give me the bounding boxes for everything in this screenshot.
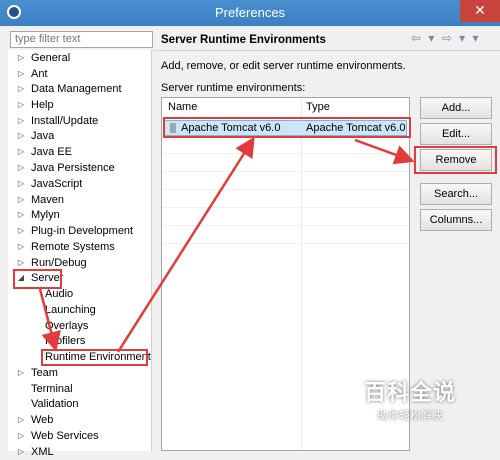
watermark-main: 百科全说 [363, 380, 456, 405]
watermark: 百科全说 助你轻松解决 [350, 375, 470, 423]
watermark-sub: 助你轻松解决 [377, 410, 443, 422]
arrow-server-to-runtime [38, 288, 61, 352]
arrow-runtime-to-row [116, 136, 255, 353]
arrow-row-to-remove [354, 138, 415, 165]
